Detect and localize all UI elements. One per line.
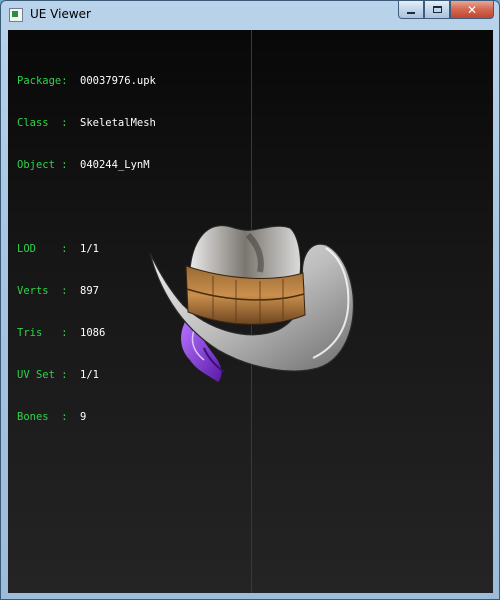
maximize-icon — [432, 6, 442, 13]
app-window: UE Viewer ✕ Package: 00037976.upk Class :… — [0, 0, 500, 600]
3d-viewport[interactable]: Package: 00037976.upk Class : SkeletalMesh… — [8, 30, 493, 593]
window-title: UE Viewer — [30, 7, 91, 21]
title-bar[interactable]: UE Viewer ✕ — [1, 1, 499, 29]
close-icon: ✕ — [466, 2, 478, 17]
caption-buttons: ✕ — [398, 1, 494, 21]
maximize-button[interactable] — [424, 1, 450, 19]
close-button[interactable]: ✕ — [450, 1, 494, 19]
app-icon — [9, 8, 23, 22]
hat-mesh-model — [149, 225, 355, 382]
minimize-button[interactable] — [398, 1, 424, 19]
minimize-icon — [407, 11, 415, 14]
